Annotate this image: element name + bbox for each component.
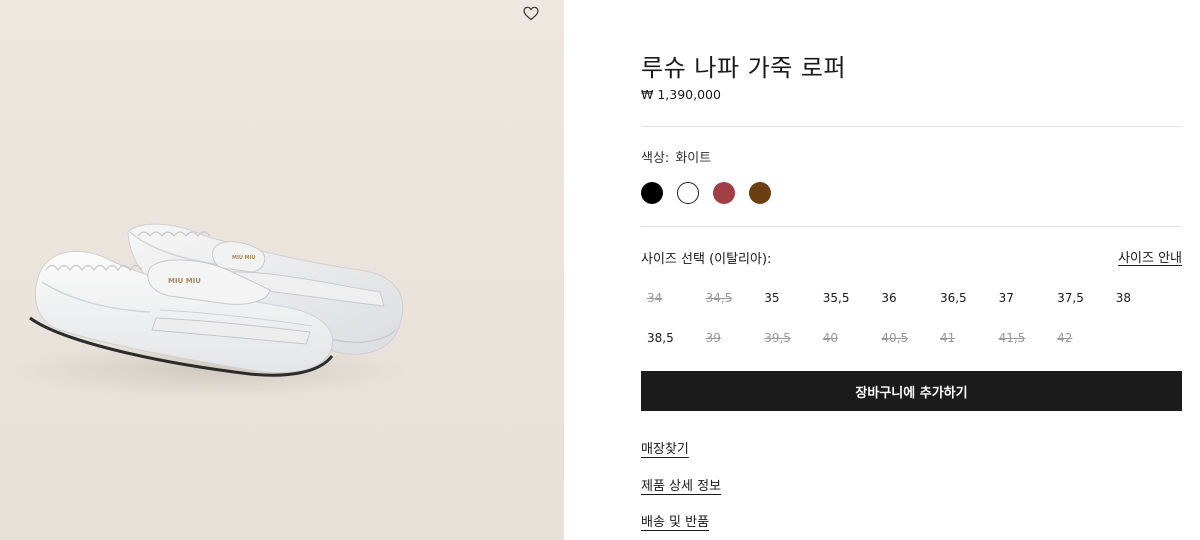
svg-text:MIU MIU: MIU MIU <box>168 277 201 285</box>
size-option: 39 <box>705 331 721 345</box>
shipping-returns-link[interactable]: 배송 및 반품 <box>641 511 709 530</box>
size-option[interactable]: 36 <box>875 278 934 318</box>
divider <box>641 126 1182 127</box>
color-swatch-black[interactable] <box>641 182 663 204</box>
add-to-cart-button[interactable]: 장바구니에 추가하기 <box>641 371 1182 411</box>
product-info-panel: 루슈 나파 가죽 로퍼 ₩ 1,390,000 색상: 화이트 사이즈 선택 (이… <box>641 0 1182 540</box>
divider <box>641 226 1182 227</box>
color-swatch-brown[interactable] <box>749 182 771 204</box>
size-option[interactable]: 35 <box>758 278 817 318</box>
svg-text:MIU MIU: MIU MIU <box>232 255 256 261</box>
heart-icon <box>523 6 539 20</box>
product-image: MIU MIU MIU MIU <box>0 0 564 540</box>
product-price: ₩ 1,390,000 <box>641 87 721 102</box>
size-option: 34 <box>647 291 663 305</box>
color-swatch-red[interactable] <box>713 182 735 204</box>
size-select-label: 사이즈 선택 (이탈리아): <box>641 252 772 267</box>
color-swatches <box>641 182 771 204</box>
size-option[interactable]: 38 <box>1110 278 1169 318</box>
loafer-shoes-image: MIU MIU MIU MIU <box>10 223 410 398</box>
color-label: 색상: 화이트 <box>641 147 711 166</box>
product-details-link[interactable]: 제품 상세 정보 <box>641 475 721 494</box>
size-option: 42 <box>1057 331 1073 345</box>
find-store-link[interactable]: 매장찾기 <box>641 438 689 457</box>
size-option: 39,5 <box>764 331 791 345</box>
size-option: 41 <box>939 331 956 345</box>
size-option[interactable]: 37,5 <box>1051 278 1110 318</box>
product-title: 루슈 나파 가죽 로퍼 <box>641 54 847 82</box>
wishlist-button[interactable] <box>519 2 543 24</box>
selected-color-name: 화이트 <box>675 151 712 166</box>
size-option[interactable]: 35,5 <box>817 278 876 318</box>
size-option: 40,5 <box>881 331 909 345</box>
size-option[interactable]: 38,5 <box>641 318 700 358</box>
size-option[interactable]: 37 <box>993 278 1052 318</box>
color-swatch-white[interactable] <box>677 182 699 204</box>
size-options: 34 34,5 35 35,5 36 36,5 37 37,5 38 38,5 39 39,5 40 40… <box>641 278 1182 358</box>
color-label-text: 색상: <box>641 151 670 166</box>
size-option: 41,5 <box>998 331 1026 345</box>
size-option[interactable]: 36,5 <box>934 278 993 318</box>
size-guide-link[interactable]: 사이즈 안내 <box>1118 247 1182 266</box>
size-option: 40 <box>822 331 839 345</box>
size-option: 34,5 <box>705 291 733 305</box>
